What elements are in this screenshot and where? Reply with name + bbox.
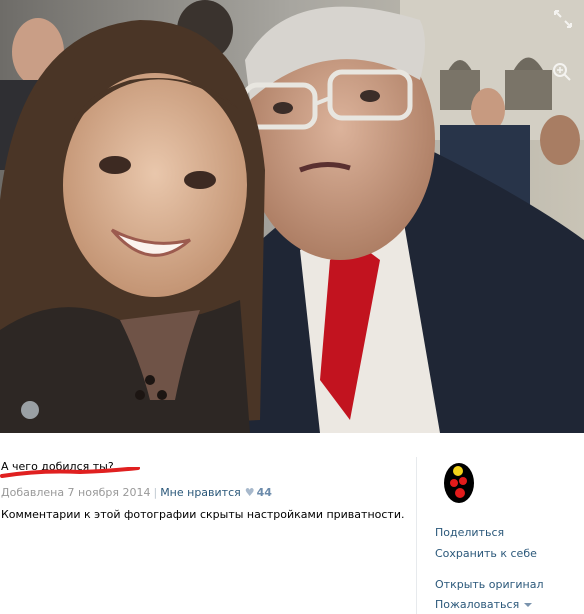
photo[interactable] xyxy=(0,0,584,433)
red-underline-mark xyxy=(0,467,140,478)
like-count[interactable]: 44 xyxy=(257,486,272,499)
meta-separator: | xyxy=(153,486,158,499)
photo-info: А чего добился ты? Добавлена 7 ноября 20… xyxy=(0,433,584,614)
share-link[interactable]: Поделиться xyxy=(435,526,504,539)
divider xyxy=(416,457,417,614)
expand-icon[interactable] xyxy=(550,6,576,32)
zoom-in-icon[interactable] xyxy=(550,60,574,84)
avatar[interactable] xyxy=(441,460,477,504)
report-link[interactable]: Пожаловаться xyxy=(435,598,533,611)
save-to-self-link[interactable]: Сохранить к себе xyxy=(435,547,537,560)
report-label: Пожаловаться xyxy=(435,598,520,611)
like-link[interactable]: Мне нравится xyxy=(160,486,241,499)
chevron-down-icon xyxy=(524,603,533,607)
open-original-link[interactable]: Открыть оригинал xyxy=(435,578,544,591)
photo-image xyxy=(0,0,584,433)
heart-icon[interactable]: ♥ xyxy=(245,486,255,499)
privacy-note: Комментарии к этой фотографии скрыты нас… xyxy=(1,508,405,521)
photo-meta: Добавлена 7 ноября 2014 | Мне нравится ♥ 44 xyxy=(1,486,272,499)
added-date: Добавлена 7 ноября 2014 xyxy=(1,486,151,499)
